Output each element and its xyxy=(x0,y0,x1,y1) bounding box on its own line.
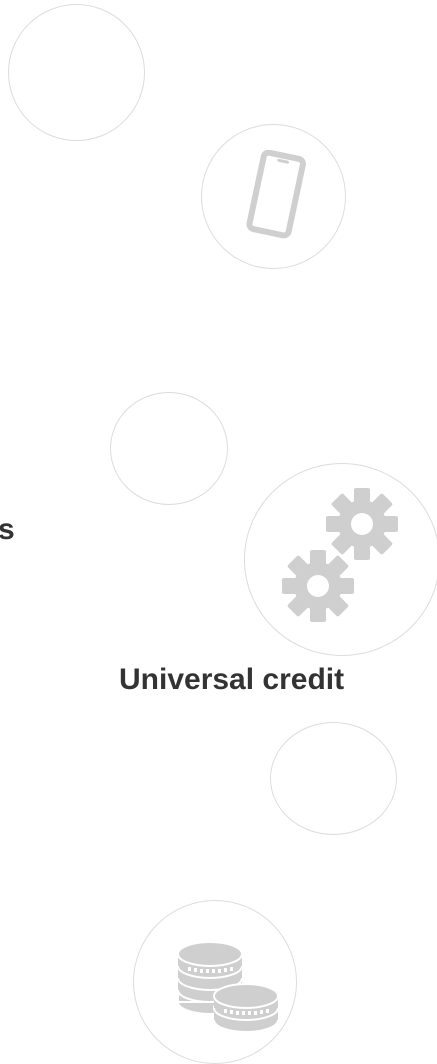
gears-icon xyxy=(282,488,398,622)
decor-circle-top xyxy=(8,4,145,141)
coins-icon xyxy=(177,941,279,1033)
decor-circle-middle xyxy=(110,392,228,505)
universal-credit-label[interactable]: Universal credit xyxy=(119,663,344,697)
partial-label: s xyxy=(0,513,15,546)
mobile-phone-icon xyxy=(246,150,306,239)
decor-circle-lower xyxy=(270,722,397,835)
